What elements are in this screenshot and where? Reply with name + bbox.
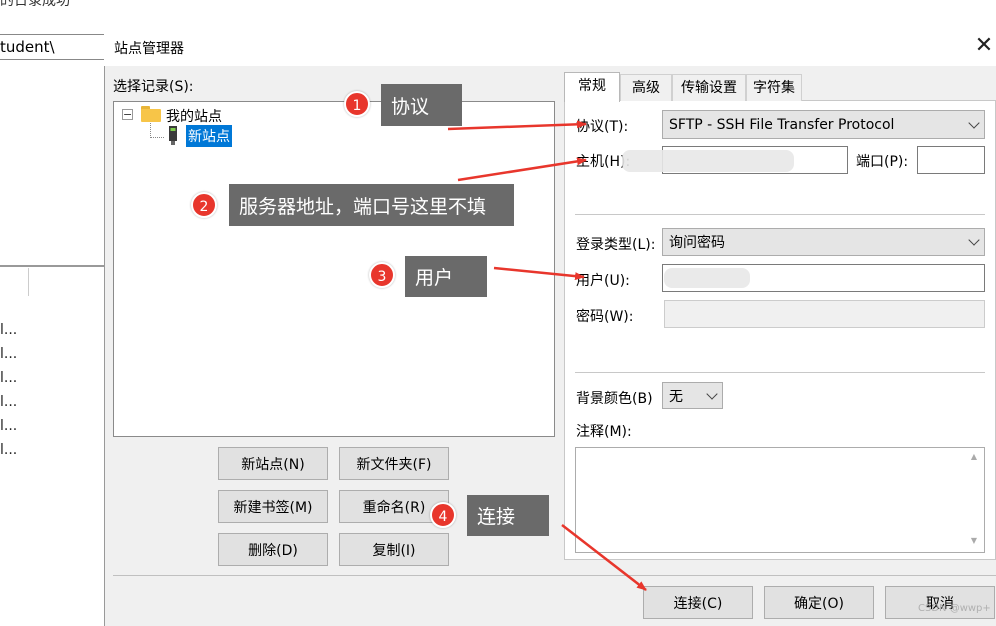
annotation-callout-connect: 连接	[467, 495, 549, 536]
background-color-select[interactable]: 无	[662, 382, 723, 409]
logon-type-label: 登录类型(L):	[576, 237, 656, 253]
ok-button[interactable]: 确定(O)	[764, 586, 874, 619]
annotation-callout-user: 用户	[405, 256, 487, 297]
background-color-value: 无	[669, 388, 683, 405]
tree-root-my-sites[interactable]: 我的站点	[166, 106, 222, 126]
server-icon	[169, 126, 177, 145]
dialog-titlebar[interactable]	[104, 26, 996, 66]
password-input[interactable]	[664, 300, 985, 328]
background-status-text: 的日录成功	[0, 0, 70, 9]
background-divider	[0, 265, 105, 267]
annotation-badge-4: 4	[430, 502, 456, 528]
background-list-item[interactable]: l...	[0, 370, 30, 386]
tab-transfer-settings[interactable]: 传输设置	[672, 74, 746, 101]
chevron-down-icon	[968, 116, 980, 129]
section-divider	[575, 372, 985, 373]
bottom-divider	[113, 575, 996, 576]
background-list-item[interactable]: l...	[0, 346, 30, 362]
protocol-label: 协议(T):	[576, 119, 629, 135]
chevron-down-icon	[706, 387, 718, 400]
section-divider	[575, 214, 985, 215]
tree-item-new-site[interactable]: 新站点	[186, 125, 232, 147]
user-label: 用户(U):	[576, 273, 630, 289]
dialog-title: 站点管理器	[114, 41, 184, 57]
background-list-item[interactable]: l...	[0, 394, 30, 410]
collapse-icon[interactable]: −	[122, 109, 133, 120]
connect-button[interactable]: 连接(C)	[643, 586, 753, 619]
watermark: CSDN @wwp+	[918, 603, 991, 614]
protocol-select[interactable]: SFTP - SSH File Transfer Protocol	[662, 110, 985, 139]
chevron-down-icon	[968, 234, 980, 246]
new-folder-button[interactable]: 新文件夹(F)	[339, 447, 449, 480]
password-label: 密码(W):	[576, 309, 634, 325]
tree-connector	[150, 123, 151, 138]
delete-button[interactable]: 删除(D)	[218, 533, 328, 566]
port-input[interactable]	[917, 146, 985, 174]
logon-type-select[interactable]: 询问密码	[662, 228, 985, 256]
comments-textarea[interactable]	[575, 447, 985, 553]
tree-connector	[150, 137, 164, 138]
background-list-item[interactable]: l...	[0, 418, 30, 434]
background-list-item[interactable]: l...	[0, 322, 30, 338]
tab-general[interactable]: 常规	[564, 72, 620, 102]
close-icon[interactable]: ✕	[969, 31, 996, 61]
annotation-callout-protocol: 协议	[381, 84, 462, 126]
port-label: 端口(P):	[856, 154, 909, 170]
comments-label: 注释(M):	[576, 424, 632, 440]
copy-button[interactable]: 复制(I)	[339, 533, 449, 566]
tab-advanced[interactable]: 高级	[620, 74, 672, 101]
annotation-badge-1: 1	[344, 91, 370, 117]
new-site-button[interactable]: 新站点(N)	[218, 447, 328, 480]
background-column-divider	[28, 268, 29, 296]
folder-icon	[141, 106, 161, 122]
annotation-callout-host: 服务器地址，端口号这里不填	[229, 184, 514, 226]
site-tree[interactable]	[113, 101, 555, 437]
background-path-field[interactable]: tudent\	[0, 34, 105, 60]
annotation-badge-3: 3	[369, 262, 395, 288]
scroll-up-icon[interactable]: ▲	[969, 452, 979, 462]
background-color-label: 背景颜色(B)	[576, 391, 653, 407]
background-list-item[interactable]: l...	[0, 442, 30, 458]
protocol-value: SFTP - SSH File Transfer Protocol	[669, 116, 895, 133]
tab-charset[interactable]: 字符集	[746, 74, 802, 101]
select-entry-label: 选择记录(S):	[113, 79, 194, 95]
user-redaction	[664, 268, 750, 288]
new-bookmark-button[interactable]: 新建书签(M)	[218, 490, 328, 523]
annotation-badge-2: 2	[191, 192, 217, 218]
scroll-down-icon[interactable]: ▼	[969, 536, 979, 546]
host-redaction	[622, 150, 794, 172]
logon-type-value: 询问密码	[669, 235, 725, 251]
